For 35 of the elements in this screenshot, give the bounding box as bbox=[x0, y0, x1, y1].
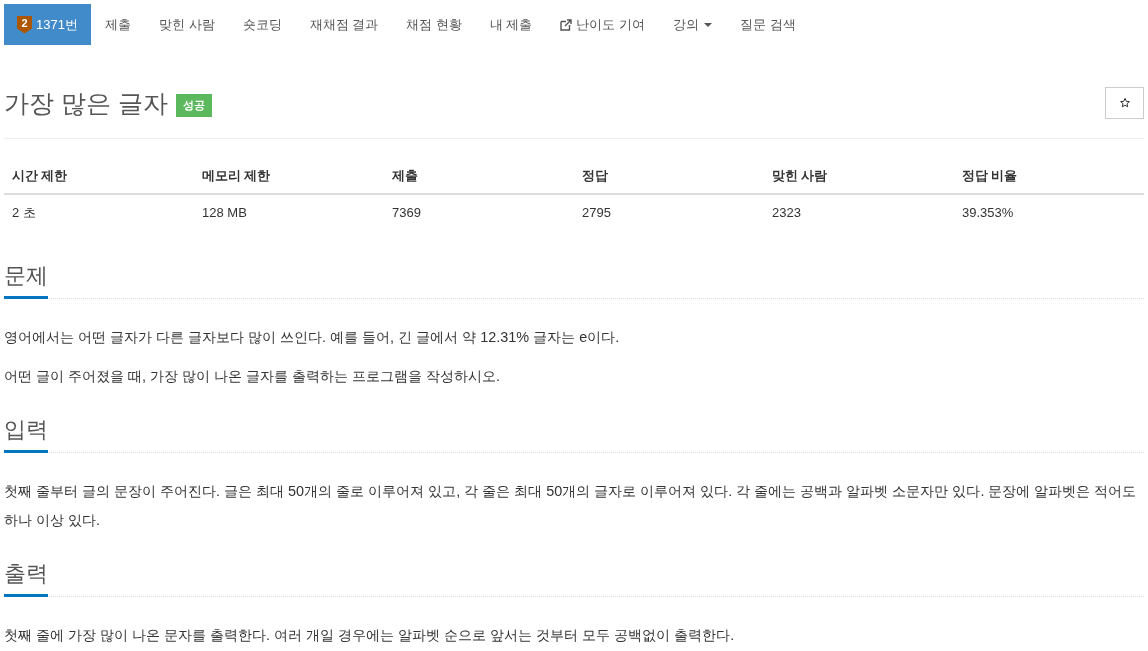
column-header: 정답 bbox=[574, 159, 764, 194]
nav-tab[interactable]: 난이도 기여 bbox=[546, 4, 660, 45]
paragraph: 첫째 줄에 가장 많이 나온 문자를 출력한다. 여러 개일 경우에는 알파벳 순으로 앞서는 것부터 모두 공백없이 출력한다. bbox=[4, 626, 736, 645]
column-header: 정답 비율 bbox=[954, 159, 1144, 194]
external-link-icon bbox=[560, 18, 573, 31]
nav-tab[interactable]: 내 제출 bbox=[475, 4, 547, 45]
nav-tab[interactable]: 숏코딩 bbox=[228, 4, 296, 45]
problem-title: 가장 많은 글자 bbox=[4, 87, 168, 119]
paragraph: 영어에서는 어떤 글자가 다른 글자보다 많이 쓰인다. 예를 들어, 긴 글에서 약 12.31% 글자는 e이다. bbox=[4, 328, 621, 347]
table-cell: 39.353% bbox=[954, 194, 1144, 231]
column-header: 시간 제한 bbox=[4, 159, 194, 194]
table-cell: 2795 bbox=[574, 194, 764, 231]
nav-tab[interactable]: 2 1371번 bbox=[4, 4, 91, 45]
section-heading: 문제 bbox=[4, 261, 48, 299]
nav-tab[interactable]: 채점 현황 bbox=[392, 4, 476, 45]
nav-tab[interactable]: 강의 bbox=[659, 4, 727, 45]
nav-tab[interactable]: 맞힌 사람 bbox=[144, 4, 229, 45]
nav-tab[interactable]: 제출 bbox=[90, 4, 145, 45]
section-heading: 입력 bbox=[4, 415, 48, 453]
column-header: 메모리 제한 bbox=[194, 159, 384, 194]
table-cell: 2 초 bbox=[4, 194, 194, 231]
caret-icon bbox=[704, 22, 713, 27]
paragraph: 어떤 글이 주어졌을 때, 가장 많이 나온 글자를 출력하는 프로그램을 작성하시오. bbox=[4, 367, 502, 386]
table-cell: 128 MB bbox=[194, 194, 384, 231]
result-label: 성공 bbox=[175, 94, 212, 117]
table-cell: 2323 bbox=[764, 194, 954, 231]
nav-tab[interactable]: 질문 검색 bbox=[726, 4, 810, 45]
table-cell: 7369 bbox=[384, 194, 574, 231]
column-header: 제출 bbox=[384, 159, 574, 194]
paragraph: 첫째 줄부터 글의 문장이 주어진다. 글은 최대 50개의 줄로 이루어져 있고, 각 줄은 최대 50개의 글자로 이루어져 있다. 각 줄에는 공백과 알파벳 소문자만 있다. 문장에 알파벳은 적어도 하나 이상 있다. bbox=[4, 482, 1138, 530]
tier-emblem: 2 bbox=[17, 15, 32, 34]
column-header: 맞힌 사람 bbox=[764, 159, 954, 194]
nav-tab[interactable]: 재채점 결과 bbox=[295, 4, 393, 45]
star-button[interactable] bbox=[1105, 86, 1144, 119]
section-heading: 출력 bbox=[4, 559, 48, 597]
